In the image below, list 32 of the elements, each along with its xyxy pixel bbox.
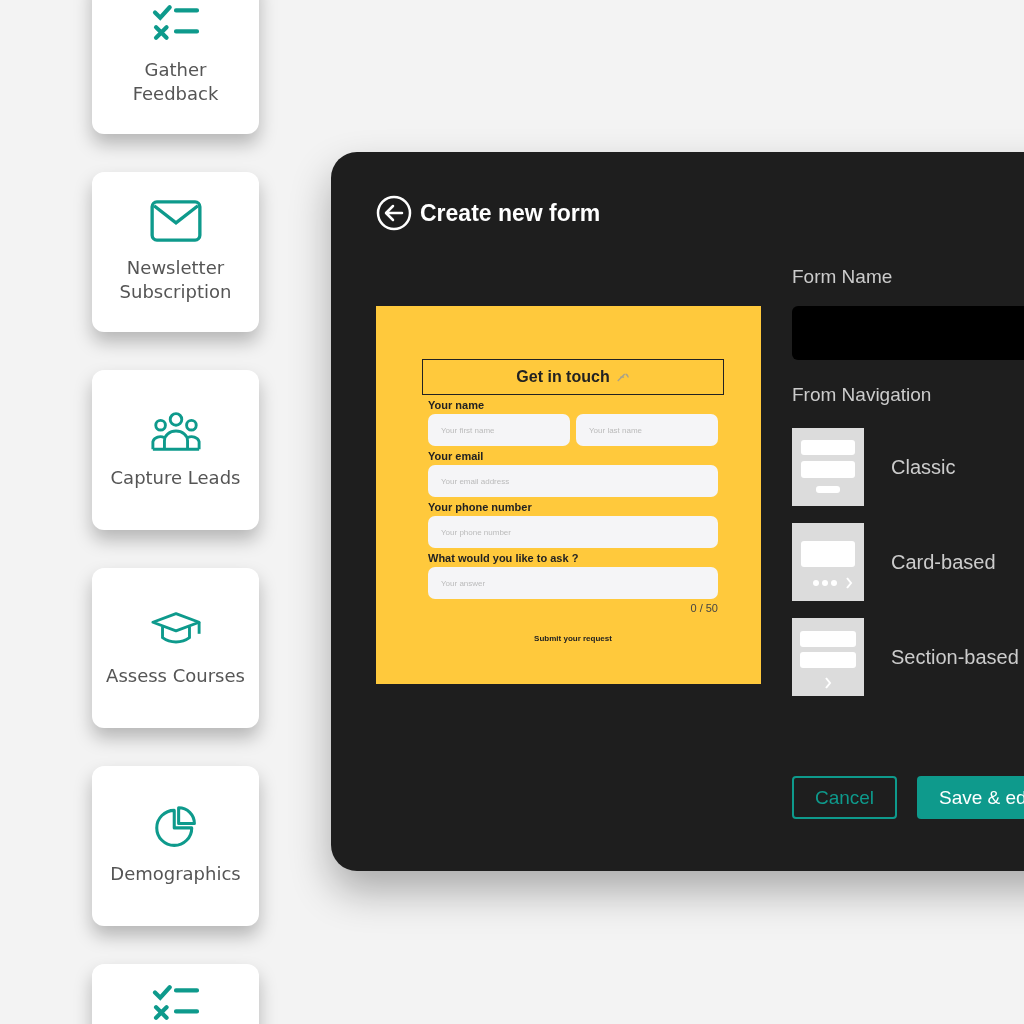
template-label: Newsletter Subscription — [118, 255, 233, 304]
section-layout-icon — [792, 618, 864, 696]
option-label: Section-based — [891, 645, 1019, 669]
template-label: Demographics — [109, 861, 242, 886]
template-label: Assess Courses — [105, 663, 246, 688]
preview-title: Get in touch — [516, 368, 610, 386]
navigation-label: From Navigation — [792, 384, 932, 406]
character-counter: 0 / 50 — [690, 602, 718, 614]
option-label: Classic — [891, 455, 956, 479]
form-name-label: Form Name — [792, 266, 893, 288]
navigation-option[interactable]: Section-based — [792, 618, 1024, 696]
template-label: Capture Leads — [109, 465, 242, 490]
mail-icon — [149, 199, 202, 242]
template-card[interactable]: Newsletter Subscription — [92, 172, 259, 332]
dialog-title: Create new form — [420, 199, 601, 227]
field-label: Your phone number — [428, 501, 532, 513]
field-label: Your name — [428, 399, 485, 411]
template-label: Gather Feedback — [131, 57, 220, 106]
people-icon — [149, 409, 202, 452]
template-card[interactable]: Assess Courses — [92, 568, 259, 728]
template-card[interactable]: Capture Leads — [92, 370, 259, 530]
card-layout-icon — [792, 523, 864, 601]
field-label: What would you like to ask ? — [428, 552, 579, 564]
template-card[interactable]: Demographics — [92, 766, 259, 926]
navigation-option[interactable]: Card-based — [792, 523, 1024, 601]
template-card[interactable]: Gather Feedback — [92, 0, 259, 134]
navigation-option[interactable]: Classic — [792, 428, 1024, 506]
option-label: Card-based — [891, 550, 996, 574]
classic-layout-icon — [792, 428, 864, 506]
submit-link[interactable]: Submit your request — [534, 634, 612, 643]
field-label: Your email — [428, 450, 484, 462]
cancel-button[interactable]: Cancel — [792, 776, 897, 819]
